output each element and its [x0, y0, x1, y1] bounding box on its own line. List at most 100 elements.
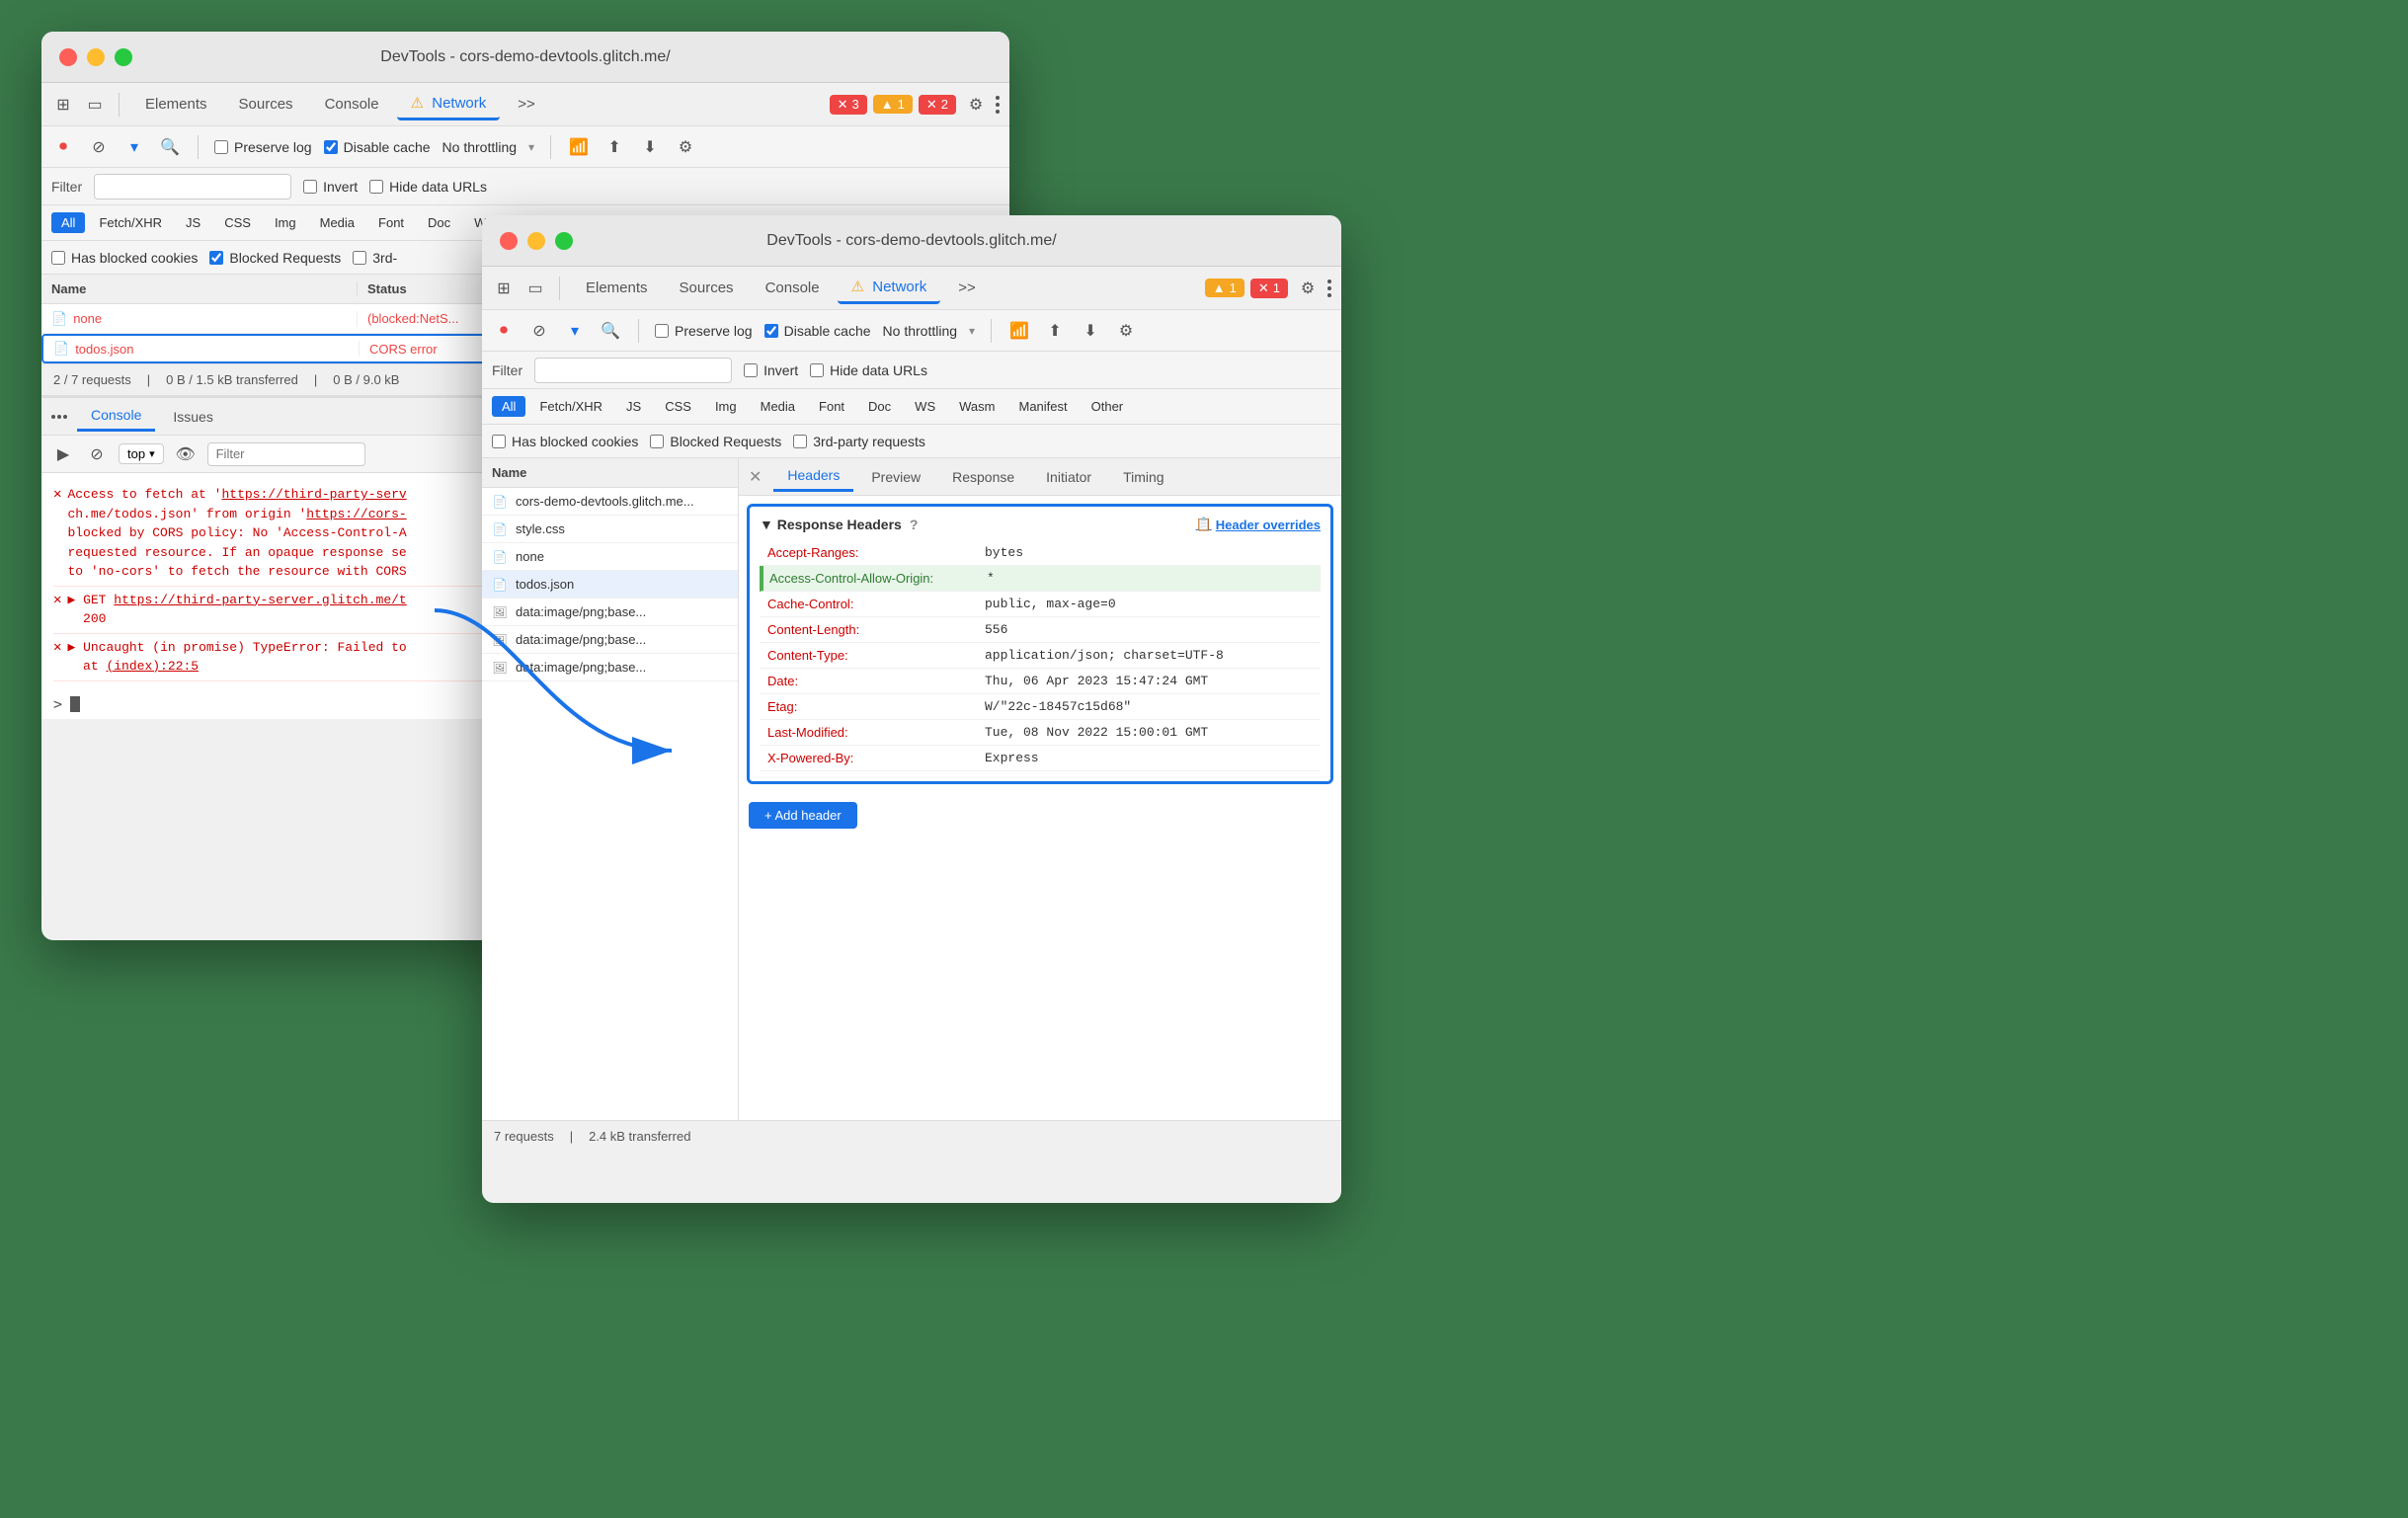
- inspect-icon-2[interactable]: ⊞: [492, 277, 516, 300]
- device-icon[interactable]: ▭: [83, 93, 107, 117]
- inspect-icon[interactable]: ⊞: [51, 93, 75, 117]
- minimize-button-2[interactable]: [527, 232, 545, 250]
- disable-cache-check-1[interactable]: Disable cache: [324, 139, 431, 155]
- error-link-3[interactable]: https://third-party-server.glitch.me/t: [114, 593, 406, 607]
- hide-data-checkbox-1[interactable]: [369, 180, 383, 194]
- gear-icon-1[interactable]: ⚙: [674, 135, 697, 159]
- clear-icon-1[interactable]: ⊘: [87, 135, 111, 159]
- type-fetch-1[interactable]: Fetch/XHR: [89, 212, 172, 233]
- record-icon-1[interactable]: ⏺: [51, 135, 75, 159]
- invert-check-2[interactable]: Invert: [744, 362, 798, 378]
- third-party-check-2[interactable]: 3rd-party requests: [793, 434, 925, 449]
- type-doc-1[interactable]: Doc: [418, 212, 460, 233]
- minimize-button[interactable]: [87, 48, 105, 66]
- invert-checkbox-2[interactable]: [744, 363, 758, 377]
- blocked-requests-check-2[interactable]: Blocked Requests: [650, 434, 781, 449]
- type-js-2[interactable]: JS: [616, 396, 651, 417]
- file-item-3-todos[interactable]: 📄 todos.json: [482, 571, 738, 599]
- tab-network-2[interactable]: ⚠ Network: [838, 272, 941, 304]
- search-icon-2[interactable]: 🔍: [599, 319, 622, 343]
- detail-tab-timing[interactable]: Timing: [1109, 463, 1178, 491]
- settings-icon-1[interactable]: ⚙: [964, 93, 988, 117]
- add-header-button[interactable]: + Add header: [749, 802, 857, 829]
- type-other-2[interactable]: Other: [1082, 396, 1134, 417]
- tab-issues-1[interactable]: Issues: [159, 403, 226, 431]
- disable-cache-checkbox-1[interactable]: [324, 140, 338, 154]
- detail-tab-preview[interactable]: Preview: [857, 463, 934, 491]
- download-icon-2[interactable]: ⬇: [1079, 319, 1102, 343]
- detail-tab-initiator[interactable]: Initiator: [1032, 463, 1105, 491]
- type-manifest-2[interactable]: Manifest: [1008, 396, 1077, 417]
- upload-icon-2[interactable]: ⬆: [1043, 319, 1067, 343]
- settings-icon-2[interactable]: ⚙: [1296, 277, 1320, 300]
- file-item-1[interactable]: 📄 style.css: [482, 516, 738, 543]
- disable-cache-check-2[interactable]: Disable cache: [764, 323, 871, 339]
- filter-icon-1[interactable]: ▾: [122, 135, 146, 159]
- type-all-2[interactable]: All: [492, 396, 525, 417]
- hide-data-check-1[interactable]: Hide data URLs: [369, 179, 487, 195]
- tab-sources-2[interactable]: Sources: [666, 274, 748, 302]
- blocked-cookies-checkbox-3[interactable]: [492, 435, 506, 448]
- filter-input-1[interactable]: [94, 174, 291, 200]
- header-overrides-link[interactable]: 📋 Header overrides: [1196, 517, 1321, 532]
- type-all-1[interactable]: All: [51, 212, 85, 233]
- type-css-2[interactable]: CSS: [655, 396, 701, 417]
- traffic-lights-1[interactable]: [59, 48, 132, 66]
- blocked-requests-check-1[interactable]: Blocked Requests: [209, 250, 341, 266]
- blocked-requests-checkbox-1[interactable]: [209, 251, 223, 265]
- type-ws-2[interactable]: WS: [905, 396, 945, 417]
- file-item-5[interactable]: 🖼 data:image/png;base...: [482, 626, 738, 654]
- blocked-cookies-check-1[interactable]: Has blocked cookies: [51, 250, 198, 266]
- filter-input-2[interactable]: [534, 358, 732, 383]
- console-clear-icon[interactable]: ⊘: [85, 442, 109, 466]
- file-item-4[interactable]: 🖼 data:image/png;base...: [482, 599, 738, 626]
- third-party-checkbox-1[interactable]: [353, 251, 366, 265]
- tab-sources-1[interactable]: Sources: [225, 90, 307, 119]
- error-link-4[interactable]: (index):22:5: [106, 659, 199, 674]
- type-font-2[interactable]: Font: [809, 396, 854, 417]
- hide-data-checkbox-2[interactable]: [810, 363, 824, 377]
- error-link-1[interactable]: https://third-party-serv: [221, 487, 406, 502]
- upload-icon-1[interactable]: ⬆: [602, 135, 626, 159]
- wifi-icon-1[interactable]: 📶: [567, 135, 591, 159]
- tab-console-1[interactable]: Console: [311, 90, 393, 119]
- type-font-1[interactable]: Font: [368, 212, 414, 233]
- close-detail-btn[interactable]: ✕: [749, 467, 762, 487]
- traffic-lights-2[interactable]: [500, 232, 573, 250]
- file-item-6[interactable]: 🖼 data:image/png;base...: [482, 654, 738, 681]
- record-icon-2[interactable]: ⏺: [492, 319, 516, 343]
- gear-icon-2[interactable]: ⚙: [1114, 319, 1138, 343]
- blocked-cookies-check-2[interactable]: Has blocked cookies: [492, 434, 638, 449]
- type-img-1[interactable]: Img: [265, 212, 306, 233]
- blocked-requests-checkbox-2[interactable]: [650, 435, 664, 448]
- close-button[interactable]: [59, 48, 77, 66]
- wifi-icon-2[interactable]: 📶: [1007, 319, 1031, 343]
- type-css-1[interactable]: CSS: [214, 212, 261, 233]
- type-media-1[interactable]: Media: [310, 212, 364, 233]
- device-icon-2[interactable]: ▭: [523, 277, 547, 300]
- download-icon-1[interactable]: ⬇: [638, 135, 662, 159]
- type-doc-2[interactable]: Doc: [858, 396, 901, 417]
- type-media-2[interactable]: Media: [751, 396, 805, 417]
- tab-more-2[interactable]: >>: [944, 274, 990, 302]
- more-options-icon-1[interactable]: [996, 96, 1000, 114]
- blocked-cookies-checkbox-1[interactable]: [51, 251, 65, 265]
- file-item-2[interactable]: 📄 none: [482, 543, 738, 571]
- tab-network-1[interactable]: ⚠ Network: [397, 88, 501, 120]
- help-icon[interactable]: ?: [910, 517, 919, 532]
- maximize-button-2[interactable]: [555, 232, 573, 250]
- file-item-0[interactable]: 📄 cors-demo-devtools.glitch.me...: [482, 488, 738, 516]
- detail-tab-response[interactable]: Response: [938, 463, 1028, 491]
- invert-check-1[interactable]: Invert: [303, 179, 358, 195]
- preserve-log-check-1[interactable]: Preserve log: [214, 139, 312, 155]
- tab-console-panel-1[interactable]: Console: [77, 401, 155, 432]
- hide-data-check-2[interactable]: Hide data URLs: [810, 362, 927, 378]
- type-js-1[interactable]: JS: [176, 212, 210, 233]
- preserve-log-checkbox-2[interactable]: [655, 324, 669, 338]
- tab-more-1[interactable]: >>: [504, 90, 549, 119]
- error-link-2[interactable]: https://cors-: [306, 507, 406, 521]
- third-party-check-1[interactable]: 3rd-: [353, 250, 397, 266]
- invert-checkbox-1[interactable]: [303, 180, 317, 194]
- tab-elements-1[interactable]: Elements: [131, 90, 221, 119]
- more-options-icon-2[interactable]: [1327, 280, 1331, 297]
